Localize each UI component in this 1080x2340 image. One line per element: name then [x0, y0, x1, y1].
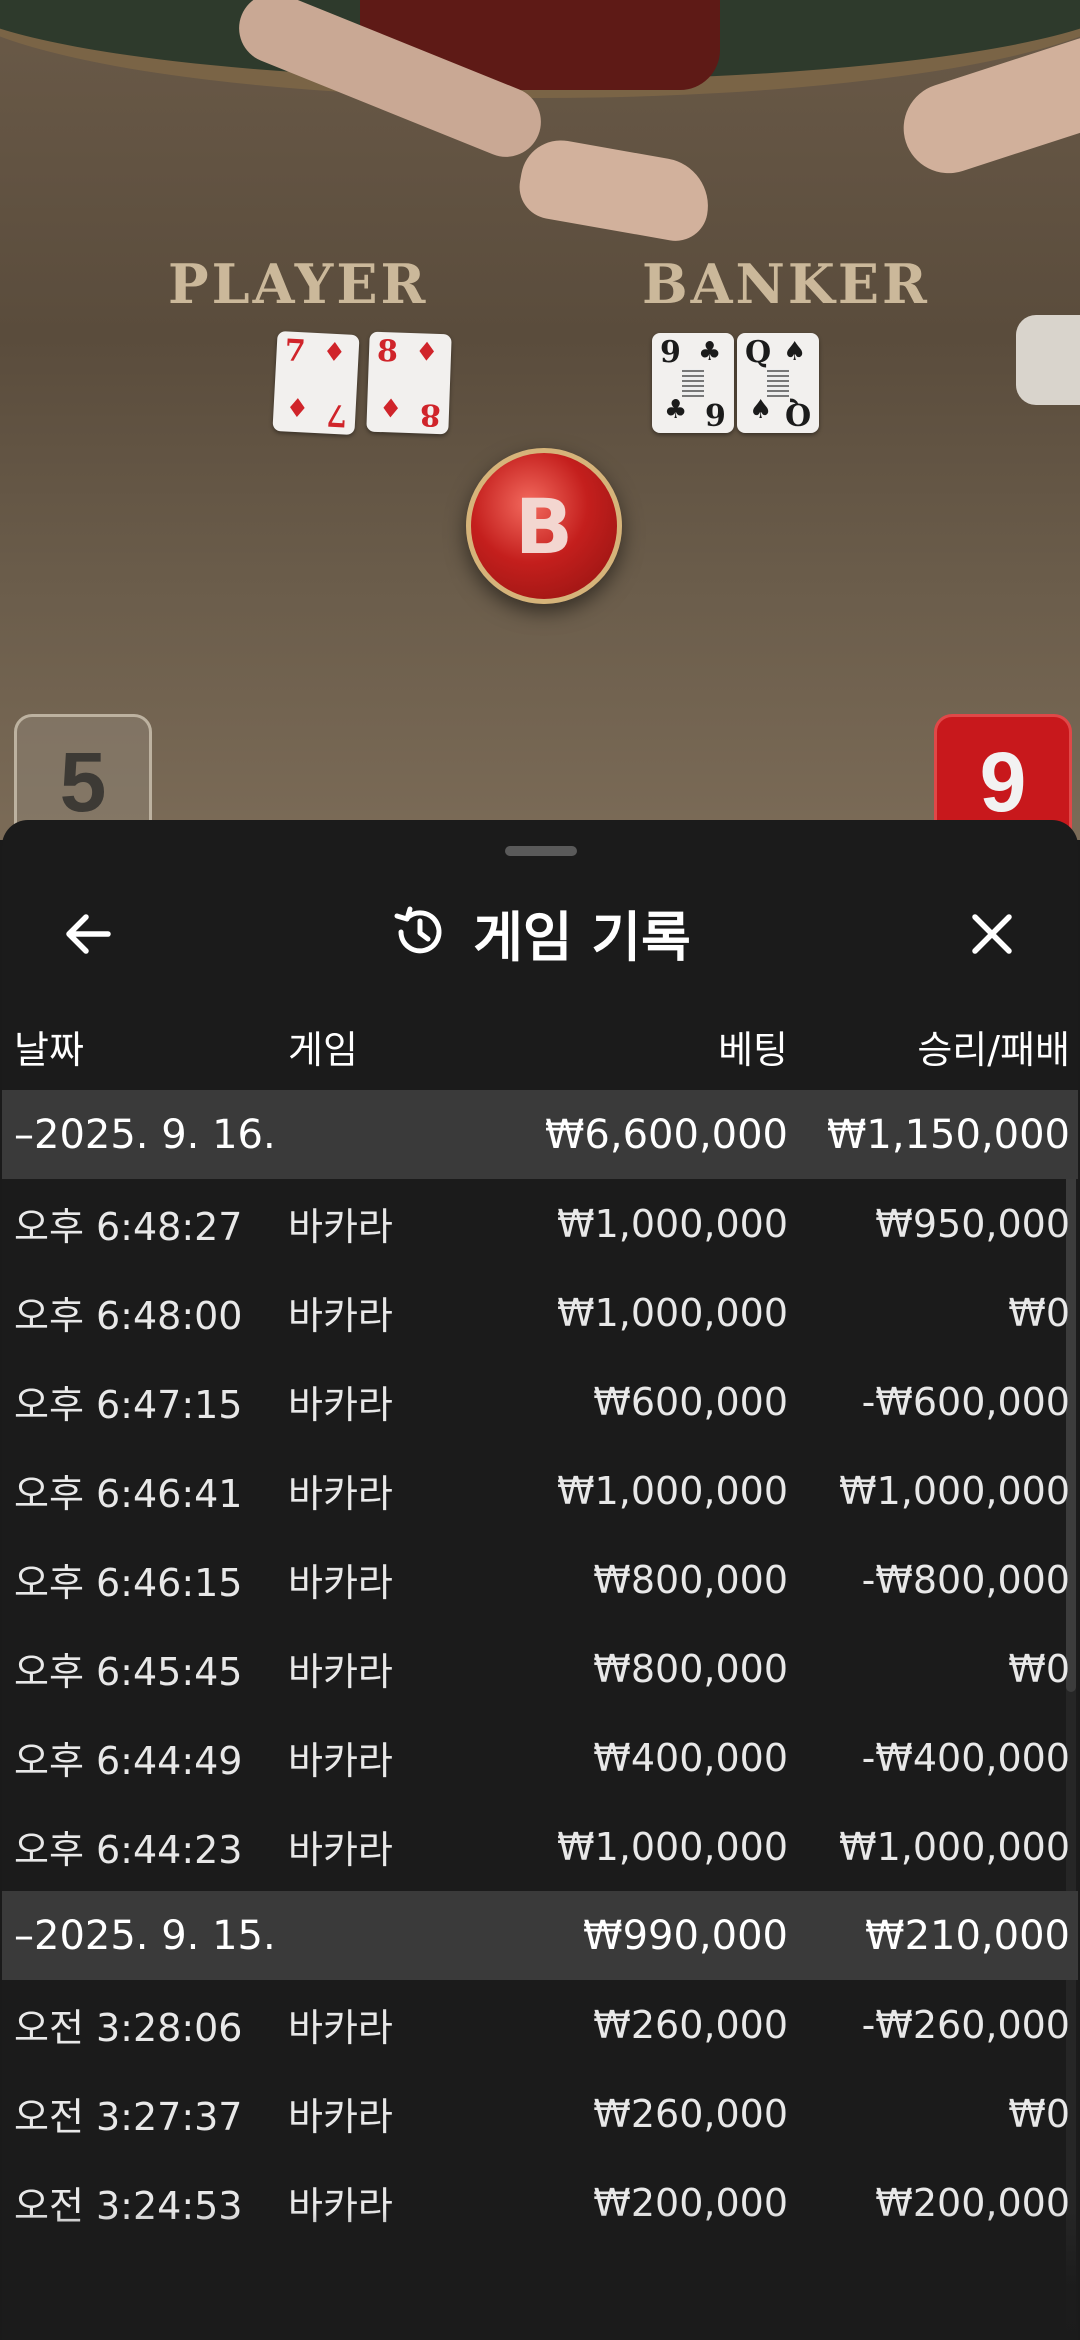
history-table: –2025. 9. 16. ₩6,600,000 ₩1,150,000 오후 6…	[2, 1090, 1078, 2247]
history-row[interactable]: 오전 3:27:37 바카라 ₩260,000 ₩0	[2, 2069, 1078, 2158]
date-group-header[interactable]: –2025. 9. 16. ₩6,600,000 ₩1,150,000	[2, 1090, 1078, 1179]
row-win-loss: ₩1,000,000	[839, 1468, 1070, 1513]
row-game: 바카라	[288, 1294, 393, 1338]
banker-label: BANKER	[642, 252, 930, 316]
history-icon	[394, 906, 442, 954]
history-row[interactable]: 오후 6:48:00 바카라 ₩1,000,000 ₩0	[2, 1268, 1078, 1357]
row-time: 오후 6:47:15	[14, 1383, 243, 1427]
row-game: 바카라	[288, 1561, 393, 1605]
banker-win-chip: B	[466, 448, 622, 604]
history-row[interactable]: 오후 6:48:27 바카라 ₩1,000,000 ₩950,000	[2, 1179, 1078, 1268]
row-game: 바카라	[288, 2184, 393, 2228]
row-bet: ₩600,000	[593, 1379, 788, 1424]
game-history-sheet: 게임 기록 날짜 게임 베팅 승리/패배 –2025. 9. 16. ₩6,60…	[2, 820, 1078, 2340]
row-win-loss: -₩800,000	[861, 1557, 1070, 1602]
history-row[interactable]: 오후 6:46:15 바카라 ₩800,000 -₩800,000	[2, 1535, 1078, 1624]
history-row[interactable]: 오후 6:46:41 바카라 ₩1,000,000 ₩1,000,000	[2, 1446, 1078, 1535]
row-win-loss: -₩260,000	[861, 2002, 1070, 2047]
live-video: PLAYER BANKER 7 ♦ 7 ♦ 8 ♦ 8 ♦ 9 ♣ 6 ♣ Q ♠ Q ♠ B …	[0, 0, 1080, 840]
row-win-loss: -₩600,000	[861, 1379, 1070, 1424]
row-win-loss: -₩400,000	[861, 1735, 1070, 1780]
dealer-hand	[514, 134, 716, 246]
group-bet-total: ₩990,000	[583, 1912, 788, 1959]
row-time: 오전 3:28:06	[14, 2006, 243, 2050]
group-win-total: ₩1,150,000	[826, 1111, 1070, 1158]
row-win-loss: ₩1,000,000	[839, 1824, 1070, 1869]
row-game: 바카라	[288, 1383, 393, 1427]
player-label: PLAYER	[168, 252, 429, 316]
card-shoe	[1016, 315, 1080, 405]
row-win-loss: ₩0	[1008, 1646, 1070, 1691]
row-time: 오후 6:48:27	[14, 1205, 243, 1249]
row-game: 바카라	[288, 2095, 393, 2139]
row-time: 오후 6:46:41	[14, 1472, 243, 1516]
row-bet: ₩400,000	[593, 1735, 788, 1780]
date-group-header[interactable]: –2025. 9. 15. ₩990,000 ₩210,000	[2, 1891, 1078, 1980]
history-row[interactable]: 오후 6:44:23 바카라 ₩1,000,000 ₩1,000,000	[2, 1802, 1078, 1891]
sheet-drag-handle[interactable]	[505, 846, 577, 856]
row-bet: ₩200,000	[593, 2180, 788, 2225]
row-bet: ₩800,000	[593, 1646, 788, 1691]
row-win-loss: ₩200,000	[875, 2180, 1070, 2225]
row-game: 바카라	[288, 1205, 393, 1249]
row-bet: ₩1,000,000	[557, 1201, 788, 1246]
player-card: 7 ♦ 7 ♦	[272, 330, 360, 436]
column-header-bet: 베팅	[718, 1027, 788, 1072]
row-win-loss: ₩0	[1008, 1290, 1070, 1335]
row-game: 바카라	[288, 1472, 393, 1516]
row-time: 오후 6:46:15	[14, 1561, 243, 1605]
history-row[interactable]: 오후 6:44:49 바카라 ₩400,000 -₩400,000	[2, 1713, 1078, 1802]
row-time: 오전 3:27:37	[14, 2095, 243, 2139]
row-win-loss: ₩0	[1008, 2091, 1070, 2136]
sheet-header: 게임 기록	[2, 882, 1078, 982]
row-time: 오후 6:45:45	[14, 1650, 243, 1694]
banker-card: 9 ♣ 6 ♣	[652, 333, 734, 433]
row-bet: ₩260,000	[593, 2091, 788, 2136]
row-bet: ₩260,000	[593, 2002, 788, 2047]
row-game: 바카라	[288, 1828, 393, 1872]
group-bet-total: ₩6,600,000	[544, 1111, 788, 1158]
row-time: 오후 6:44:23	[14, 1828, 243, 1872]
group-date: –2025. 9. 15.	[14, 1912, 276, 1959]
row-bet: ₩800,000	[593, 1557, 788, 1602]
row-bet: ₩1,000,000	[557, 1290, 788, 1335]
close-button[interactable]	[942, 884, 1042, 984]
history-row[interactable]: 오후 6:47:15 바카라 ₩600,000 -₩600,000	[2, 1357, 1078, 1446]
row-win-loss: ₩950,000	[875, 1201, 1070, 1246]
player-card: 8 ♦ 8 ♦	[366, 331, 452, 435]
history-row[interactable]: 오후 6:45:45 바카라 ₩800,000 ₩0	[2, 1624, 1078, 1713]
banker-card: Q ♠ Q ♠	[737, 333, 819, 433]
row-game: 바카라	[288, 1650, 393, 1694]
close-icon	[972, 914, 1012, 954]
row-time: 오전 3:24:53	[14, 2184, 243, 2228]
sheet-title: 게임 기록	[473, 905, 691, 969]
column-header-game: 게임	[288, 1027, 358, 1072]
group-date: –2025. 9. 16.	[14, 1111, 276, 1158]
row-game: 바카라	[288, 2006, 393, 2050]
row-bet: ₩1,000,000	[557, 1824, 788, 1869]
row-bet: ₩1,000,000	[557, 1468, 788, 1513]
history-row[interactable]: 오전 3:28:06 바카라 ₩260,000 -₩260,000	[2, 1980, 1078, 2069]
column-header-date: 날짜	[14, 1027, 84, 1072]
row-time: 오후 6:48:00	[14, 1294, 243, 1338]
group-win-total: ₩210,000	[865, 1912, 1070, 1959]
row-game: 바카라	[288, 1739, 393, 1783]
column-header-win-loss: 승리/패배	[917, 1027, 1070, 1072]
history-row[interactable]: 오전 3:24:53 바카라 ₩200,000 ₩200,000	[2, 2158, 1078, 2247]
row-time: 오후 6:44:49	[14, 1739, 243, 1783]
